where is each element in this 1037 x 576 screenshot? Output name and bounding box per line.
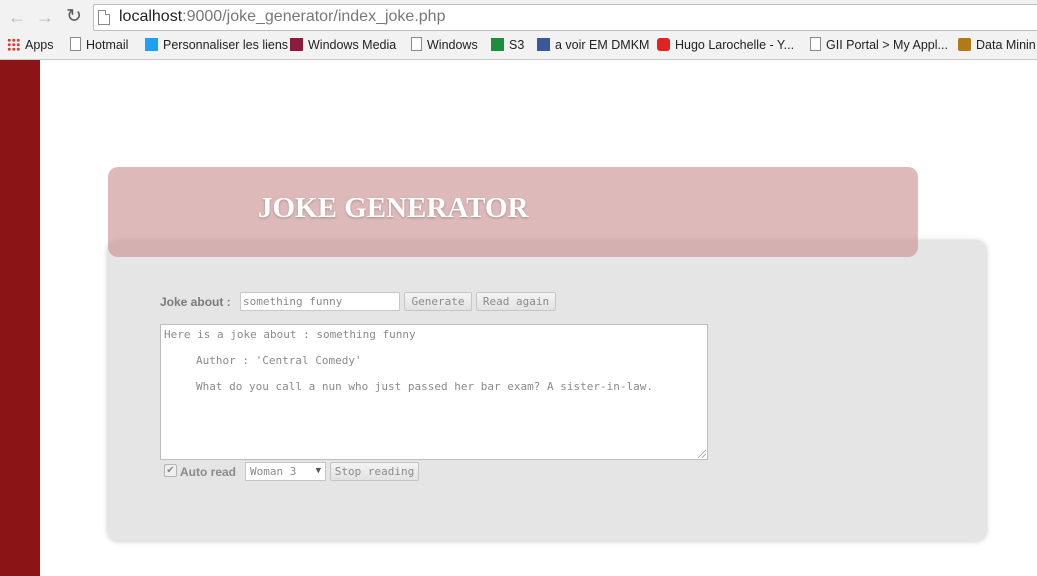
page-icon — [98, 10, 110, 25]
joke-text-line: What do you call a nun who just passed h… — [196, 380, 653, 393]
page-icon — [70, 37, 81, 51]
generate-button[interactable]: Generate — [404, 292, 472, 311]
header-banner: JOKE GENERATOR — [108, 167, 918, 257]
stop-reading-button[interactable]: Stop reading — [330, 462, 419, 481]
apps-icon — [7, 38, 20, 51]
bookmark-windows[interactable]: Windows — [409, 36, 478, 54]
bookmark-a-voir[interactable]: a voir EM DMKM — [537, 36, 649, 54]
resize-grip-icon[interactable] — [698, 450, 706, 458]
bookmark-hotmail[interactable]: Hotmail — [68, 36, 128, 54]
datamining-icon — [958, 38, 971, 51]
joke-about-label: Joke about : — [160, 295, 231, 309]
back-arrow-icon[interactable]: ← — [7, 7, 27, 27]
left-accent-bar — [0, 60, 40, 576]
reload-icon[interactable]: ↻ — [64, 7, 84, 27]
youtube-icon — [657, 38, 670, 51]
bookmark-data-mining[interactable]: Data Minin — [958, 36, 1036, 54]
bookmarks-bar: Apps Hotmail Personnaliser les liens Win… — [0, 34, 1037, 56]
read-again-button[interactable]: Read again — [476, 292, 556, 311]
bookmark-s3[interactable]: S3 — [491, 36, 524, 54]
bookmark-windows-media[interactable]: Windows Media — [290, 36, 396, 54]
auto-read-label: Auto read — [180, 465, 237, 479]
bookmark-hugo-larochelle[interactable]: Hugo Larochelle - Y... — [657, 36, 794, 54]
bookmark-apps[interactable]: Apps — [7, 36, 54, 54]
dropdown-arrow-icon: ▼ — [315, 466, 321, 476]
joke-topic-line: Here is a joke about : something funny — [164, 328, 416, 341]
joke-topic-input[interactable]: something funny — [240, 292, 400, 311]
bookmark-gii-portal[interactable]: GII Portal > My Appl... — [808, 36, 948, 54]
joke-output-textarea[interactable]: Here is a joke about : something funny A… — [160, 324, 708, 460]
forward-arrow-icon[interactable]: → — [35, 7, 55, 27]
page-icon — [411, 37, 422, 51]
windows-icon — [145, 38, 158, 51]
windows-media-icon — [290, 38, 303, 51]
address-bar[interactable]: localhost:9000/joke_generator/index_joke… — [93, 4, 1037, 31]
bookmark-personnaliser[interactable]: Personnaliser les liens — [145, 36, 288, 54]
auto-read-checkbox[interactable]: ✔ — [164, 464, 177, 477]
joke-author-line: Author : 'Central Comedy' — [196, 354, 362, 367]
browser-toolbar: ← → ↻ localhost:9000/joke_generator/inde… — [0, 0, 1037, 60]
facebook-icon — [537, 38, 550, 51]
sheets-icon — [491, 38, 504, 51]
page-icon — [810, 37, 821, 51]
voice-select[interactable]: Woman 3 ▼ — [245, 462, 326, 481]
page-title: JOKE GENERATOR — [258, 192, 529, 224]
url-text: localhost:9000/joke_generator/index_joke… — [119, 8, 446, 25]
voice-selected-value: Woman 3 — [250, 465, 297, 478]
